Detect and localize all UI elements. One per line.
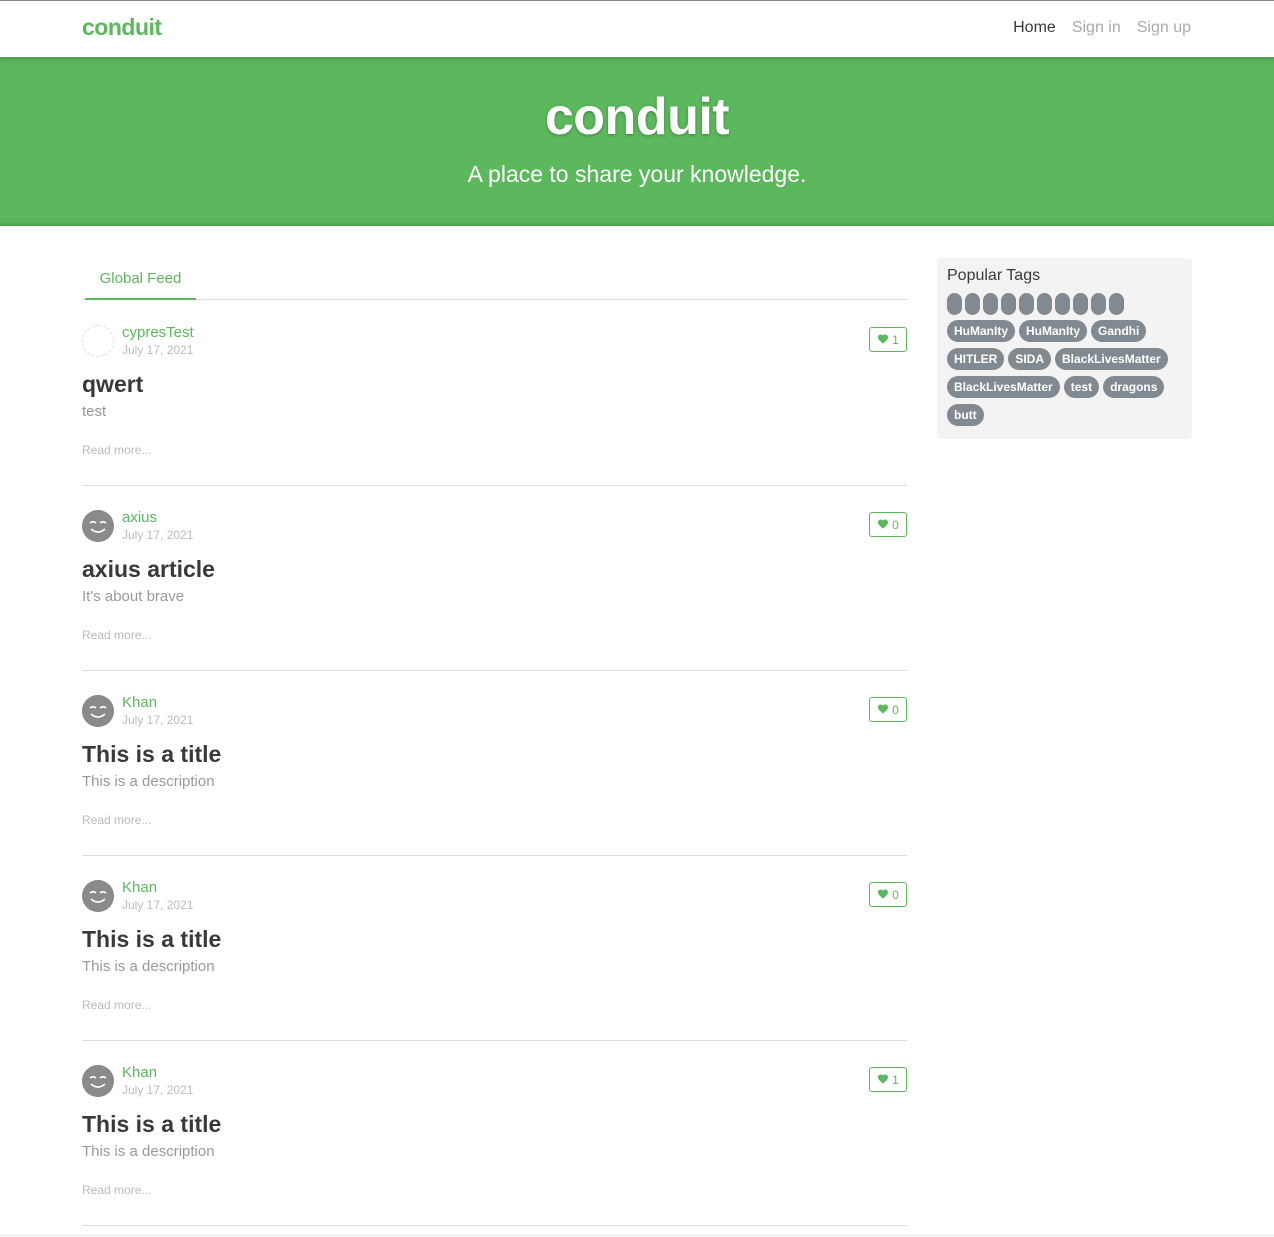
article-date: July 17, 2021 — [122, 1083, 194, 1097]
read-more-link[interactable]: Read more... — [82, 813, 151, 827]
empty-tag-pill[interactable] — [1091, 293, 1106, 315]
empty-tag-pill[interactable] — [947, 293, 962, 315]
favorite-count: 0 — [892, 887, 899, 902]
favorite-button[interactable]: 1 — [869, 327, 907, 352]
bottom-border — [0, 1235, 1274, 1236]
heart-icon — [877, 703, 889, 717]
nav-sign-in-link[interactable]: Sign in — [1072, 19, 1121, 37]
article-date: July 17, 2021 — [122, 343, 194, 357]
read-more-link[interactable]: Read more... — [82, 443, 151, 457]
tag-pill[interactable]: butt — [947, 404, 984, 426]
article-description: This is a description — [82, 958, 215, 975]
nav-sign-up-link[interactable]: Sign up — [1137, 19, 1191, 37]
favorite-button[interactable]: 0 — [869, 697, 907, 722]
article-preview: Khan July 17, 2021 1 This is a title This is… — [82, 1040, 907, 1226]
tag-list: HuManIty HuManIty Gandhi HITLER SIDA BlackLiv… — [947, 320, 1177, 426]
tag-pill[interactable]: HuManIty — [1019, 320, 1087, 342]
read-more-link[interactable]: Read more... — [82, 1183, 151, 1197]
author-avatar[interactable] — [82, 1065, 114, 1097]
favorite-count: 1 — [892, 1072, 899, 1087]
article-date: July 17, 2021 — [122, 898, 194, 912]
brand-logo[interactable]: conduit — [82, 14, 162, 41]
article-title[interactable]: qwert — [82, 371, 143, 398]
author-avatar[interactable] — [82, 880, 114, 912]
article-preview: Khan July 17, 2021 0 This is a title This is… — [82, 855, 907, 1041]
article-title[interactable]: This is a title — [82, 926, 221, 953]
tag-pill[interactable]: BlackLivesMatter — [1055, 348, 1168, 370]
tag-pill[interactable]: dragons — [1103, 376, 1165, 398]
favorite-count: 1 — [892, 332, 899, 347]
article-preview: cypresTest July 17, 2021 1 qwert test Read mo… — [82, 300, 907, 486]
navbar: conduit Home Sign in Sign up — [0, 1, 1274, 57]
author-avatar-placeholder[interactable] — [82, 325, 114, 357]
author-link[interactable]: Khan — [122, 879, 157, 896]
article-description: This is a description — [82, 773, 215, 790]
tag-pill[interactable]: HuManIty — [947, 320, 1015, 342]
empty-tag-pill[interactable] — [1019, 293, 1034, 315]
empty-tag-pill[interactable] — [1001, 293, 1016, 315]
article-date: July 17, 2021 — [122, 713, 194, 727]
tag-pill[interactable]: BlackLivesMatter — [947, 376, 1060, 398]
heart-icon — [877, 1073, 889, 1087]
empty-tag-pill[interactable] — [1037, 293, 1052, 315]
article-description: It's about brave — [82, 588, 185, 605]
article-preview: Khan July 17, 2021 0 This is a title This is… — [82, 670, 907, 856]
author-link[interactable]: Khan — [122, 1064, 157, 1081]
favorite-count: 0 — [892, 702, 899, 717]
heart-icon — [877, 333, 889, 347]
banner-subtitle: A place to share your knowledge. — [467, 161, 807, 187]
author-avatar[interactable] — [82, 695, 114, 727]
sidebar-title: Popular Tags — [947, 267, 1041, 284]
favorite-button[interactable]: 1 — [869, 1067, 907, 1092]
article-title[interactable]: axius article — [82, 556, 215, 583]
empty-tag-pill[interactable] — [1109, 293, 1124, 315]
empty-tag-pill[interactable] — [1073, 293, 1088, 315]
tag-pill[interactable]: Gandhi — [1091, 320, 1147, 342]
read-more-link[interactable]: Read more... — [82, 628, 151, 642]
article-title[interactable]: This is a title — [82, 741, 221, 768]
favorite-button[interactable]: 0 — [869, 882, 907, 907]
banner-title: conduit — [544, 88, 730, 146]
author-link[interactable]: cypresTest — [122, 324, 194, 341]
tag-pill[interactable]: test — [1063, 376, 1100, 398]
author-link[interactable]: axius — [122, 509, 157, 526]
author-link[interactable]: Khan — [122, 694, 157, 711]
favorite-button[interactable]: 0 — [869, 512, 907, 537]
empty-tag-pill[interactable] — [965, 293, 980, 315]
article-title[interactable]: This is a title — [82, 1111, 221, 1138]
popular-tags-sidebar: Popular Tags HuManIty HuManIty Gandhi HITLE… — [937, 258, 1192, 439]
hero-banner: conduit A place to share your knowledge. — [0, 57, 1274, 226]
article-description: test — [82, 403, 107, 420]
favorite-count: 0 — [892, 517, 899, 532]
empty-tag-row — [947, 293, 1124, 315]
nav-home-link[interactable]: Home — [1013, 19, 1056, 37]
empty-tag-pill[interactable] — [983, 293, 998, 315]
article-preview: axius July 17, 2021 0 axius article It's abo… — [82, 485, 907, 671]
nav-links: Home Sign in Sign up — [1013, 19, 1191, 37]
article-date: July 17, 2021 — [122, 528, 194, 542]
tag-pill[interactable]: HITLER — [947, 348, 1005, 370]
tab-global-feed[interactable]: Global Feed — [85, 259, 196, 300]
tag-pill[interactable]: SIDA — [1008, 348, 1052, 370]
article-description: This is a description — [82, 1143, 215, 1160]
read-more-link[interactable]: Read more... — [82, 998, 151, 1012]
author-avatar[interactable] — [82, 510, 114, 542]
feed-toggle: Global Feed — [82, 259, 907, 300]
heart-icon — [877, 888, 889, 902]
empty-tag-pill[interactable] — [1055, 293, 1070, 315]
heart-icon — [877, 518, 889, 532]
